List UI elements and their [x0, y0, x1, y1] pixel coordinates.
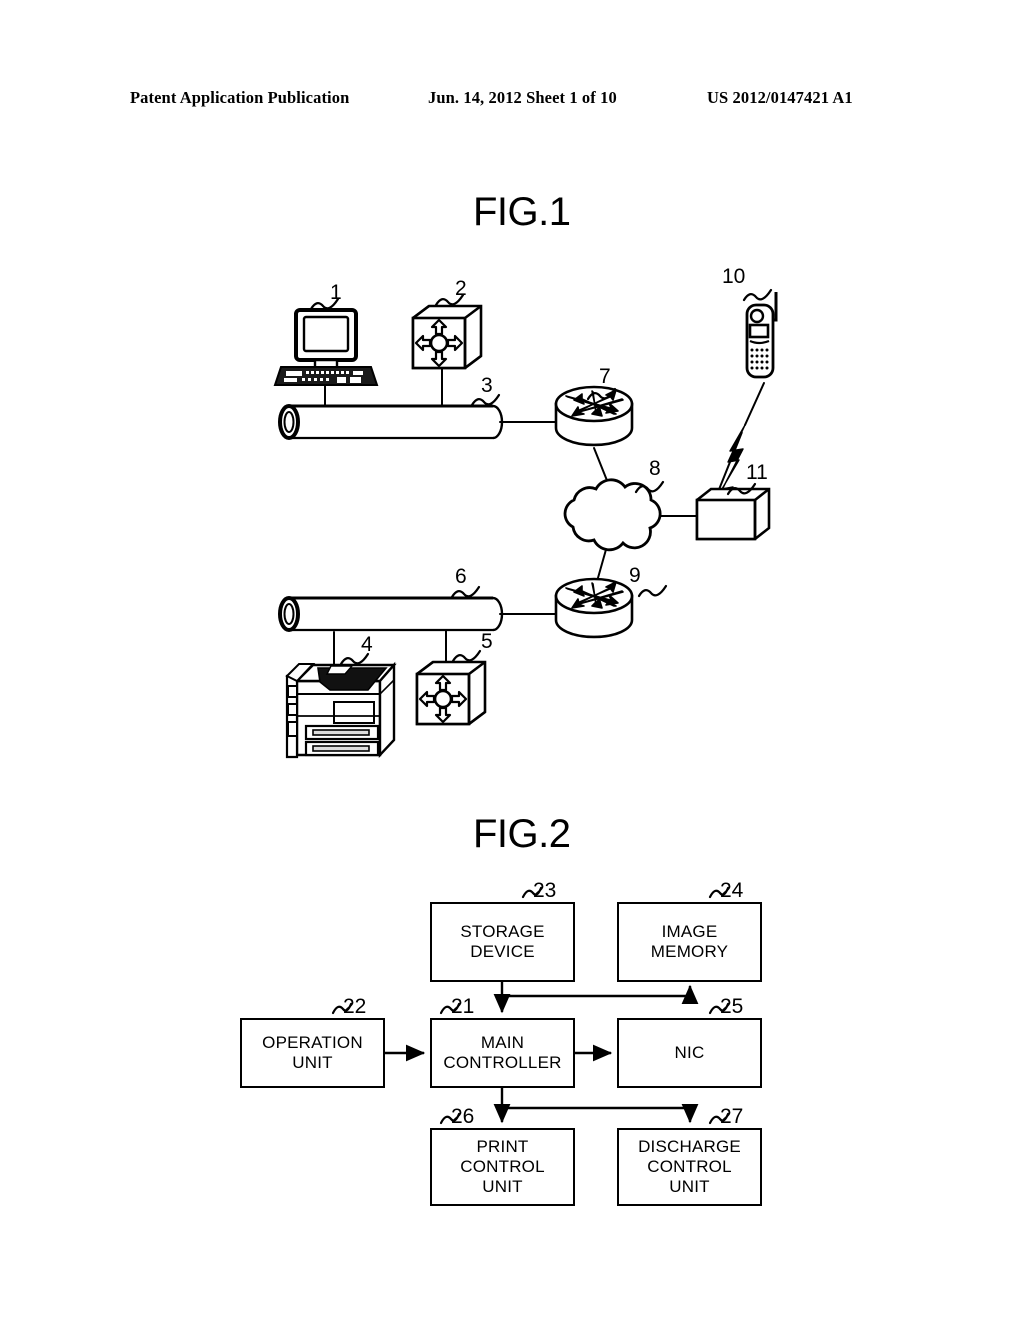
- ref-numeral-3: 3: [481, 374, 493, 397]
- figure-1-title: FIG.1: [473, 190, 571, 234]
- ref-numeral-9: 9: [629, 564, 641, 587]
- ref-numeral-24: 24: [720, 879, 744, 902]
- block-nic[interactable]: NIC: [617, 1018, 762, 1088]
- leader-7: [586, 387, 617, 401]
- router-cylinder-icon-lower: [554, 577, 634, 639]
- ref-numeral-6: 6: [455, 565, 467, 588]
- radio-link-lightning-icon: [709, 424, 746, 513]
- block-main-controller[interactable]: MAIN CONTROLLER: [430, 1018, 575, 1088]
- patent-drawing-page: Patent Application Publication Jun. 14, …: [0, 0, 1024, 1320]
- leader-11: [726, 482, 757, 496]
- ref-numeral-21: 21: [451, 995, 475, 1018]
- leader-6: [450, 585, 481, 599]
- base-station-box-icon: [695, 487, 771, 541]
- leader-9: [637, 584, 668, 598]
- leader-8: [634, 480, 665, 494]
- mfp-printer-icon: [285, 661, 397, 759]
- ref-numeral-22: 22: [343, 995, 367, 1018]
- ref-numeral-27: 27: [720, 1105, 744, 1128]
- ref-numeral-8: 8: [649, 457, 661, 480]
- header-publication-type: Patent Application Publication: [130, 88, 350, 107]
- ref-numeral-2: 2: [455, 277, 467, 300]
- block-storage-device[interactable]: STORAGE DEVICE: [430, 902, 575, 982]
- bus-cylinder-icon-lower: [278, 596, 504, 632]
- mobile-phone-icon: [745, 292, 778, 379]
- cable-cloud-to-router9: [593, 545, 608, 593]
- ref-numeral-25: 25: [720, 995, 744, 1018]
- arrow-storage-to-imagememory: [502, 988, 692, 998]
- router-cylinder-icon-upper: [554, 385, 634, 447]
- switch-cube-icon-lower: [415, 660, 487, 726]
- figure-2-title: FIG.2: [473, 812, 571, 856]
- publication-header: Patent Application Publication Jun. 14, …: [0, 88, 1024, 114]
- cable-router7-to-cloud: [593, 447, 611, 489]
- ref-numeral-7: 7: [599, 365, 611, 388]
- ref-numeral-10: 10: [722, 265, 746, 288]
- switch-cube-icon-upper: [411, 304, 483, 370]
- cable-mobile-radio-stem: [744, 382, 765, 426]
- block-image-memory[interactable]: IMAGE MEMORY: [617, 902, 762, 982]
- leader-10: [742, 288, 773, 302]
- header-publication-number: US 2012/0147421 A1: [707, 88, 853, 107]
- ref-numeral-1: 1: [330, 281, 342, 304]
- block-print-control-unit[interactable]: PRINT CONTROL UNIT: [430, 1128, 575, 1206]
- ref-numeral-26: 26: [451, 1105, 475, 1128]
- ref-numeral-11: 11: [746, 461, 768, 484]
- block-discharge-control-unit[interactable]: DISCHARGE CONTROL UNIT: [617, 1128, 762, 1206]
- header-date-sheet: Jun. 14, 2012 Sheet 1 of 10: [428, 88, 617, 107]
- ref-numeral-4: 4: [361, 633, 373, 656]
- cloud-icon: [563, 478, 662, 552]
- bus-cylinder-icon-upper: [278, 404, 504, 440]
- leader-5: [451, 649, 482, 663]
- block-operation-unit[interactable]: OPERATION UNIT: [240, 1018, 385, 1088]
- ref-numeral-5: 5: [481, 630, 493, 653]
- crt-computer-icon: [273, 308, 379, 386]
- ref-numeral-23: 23: [533, 879, 557, 902]
